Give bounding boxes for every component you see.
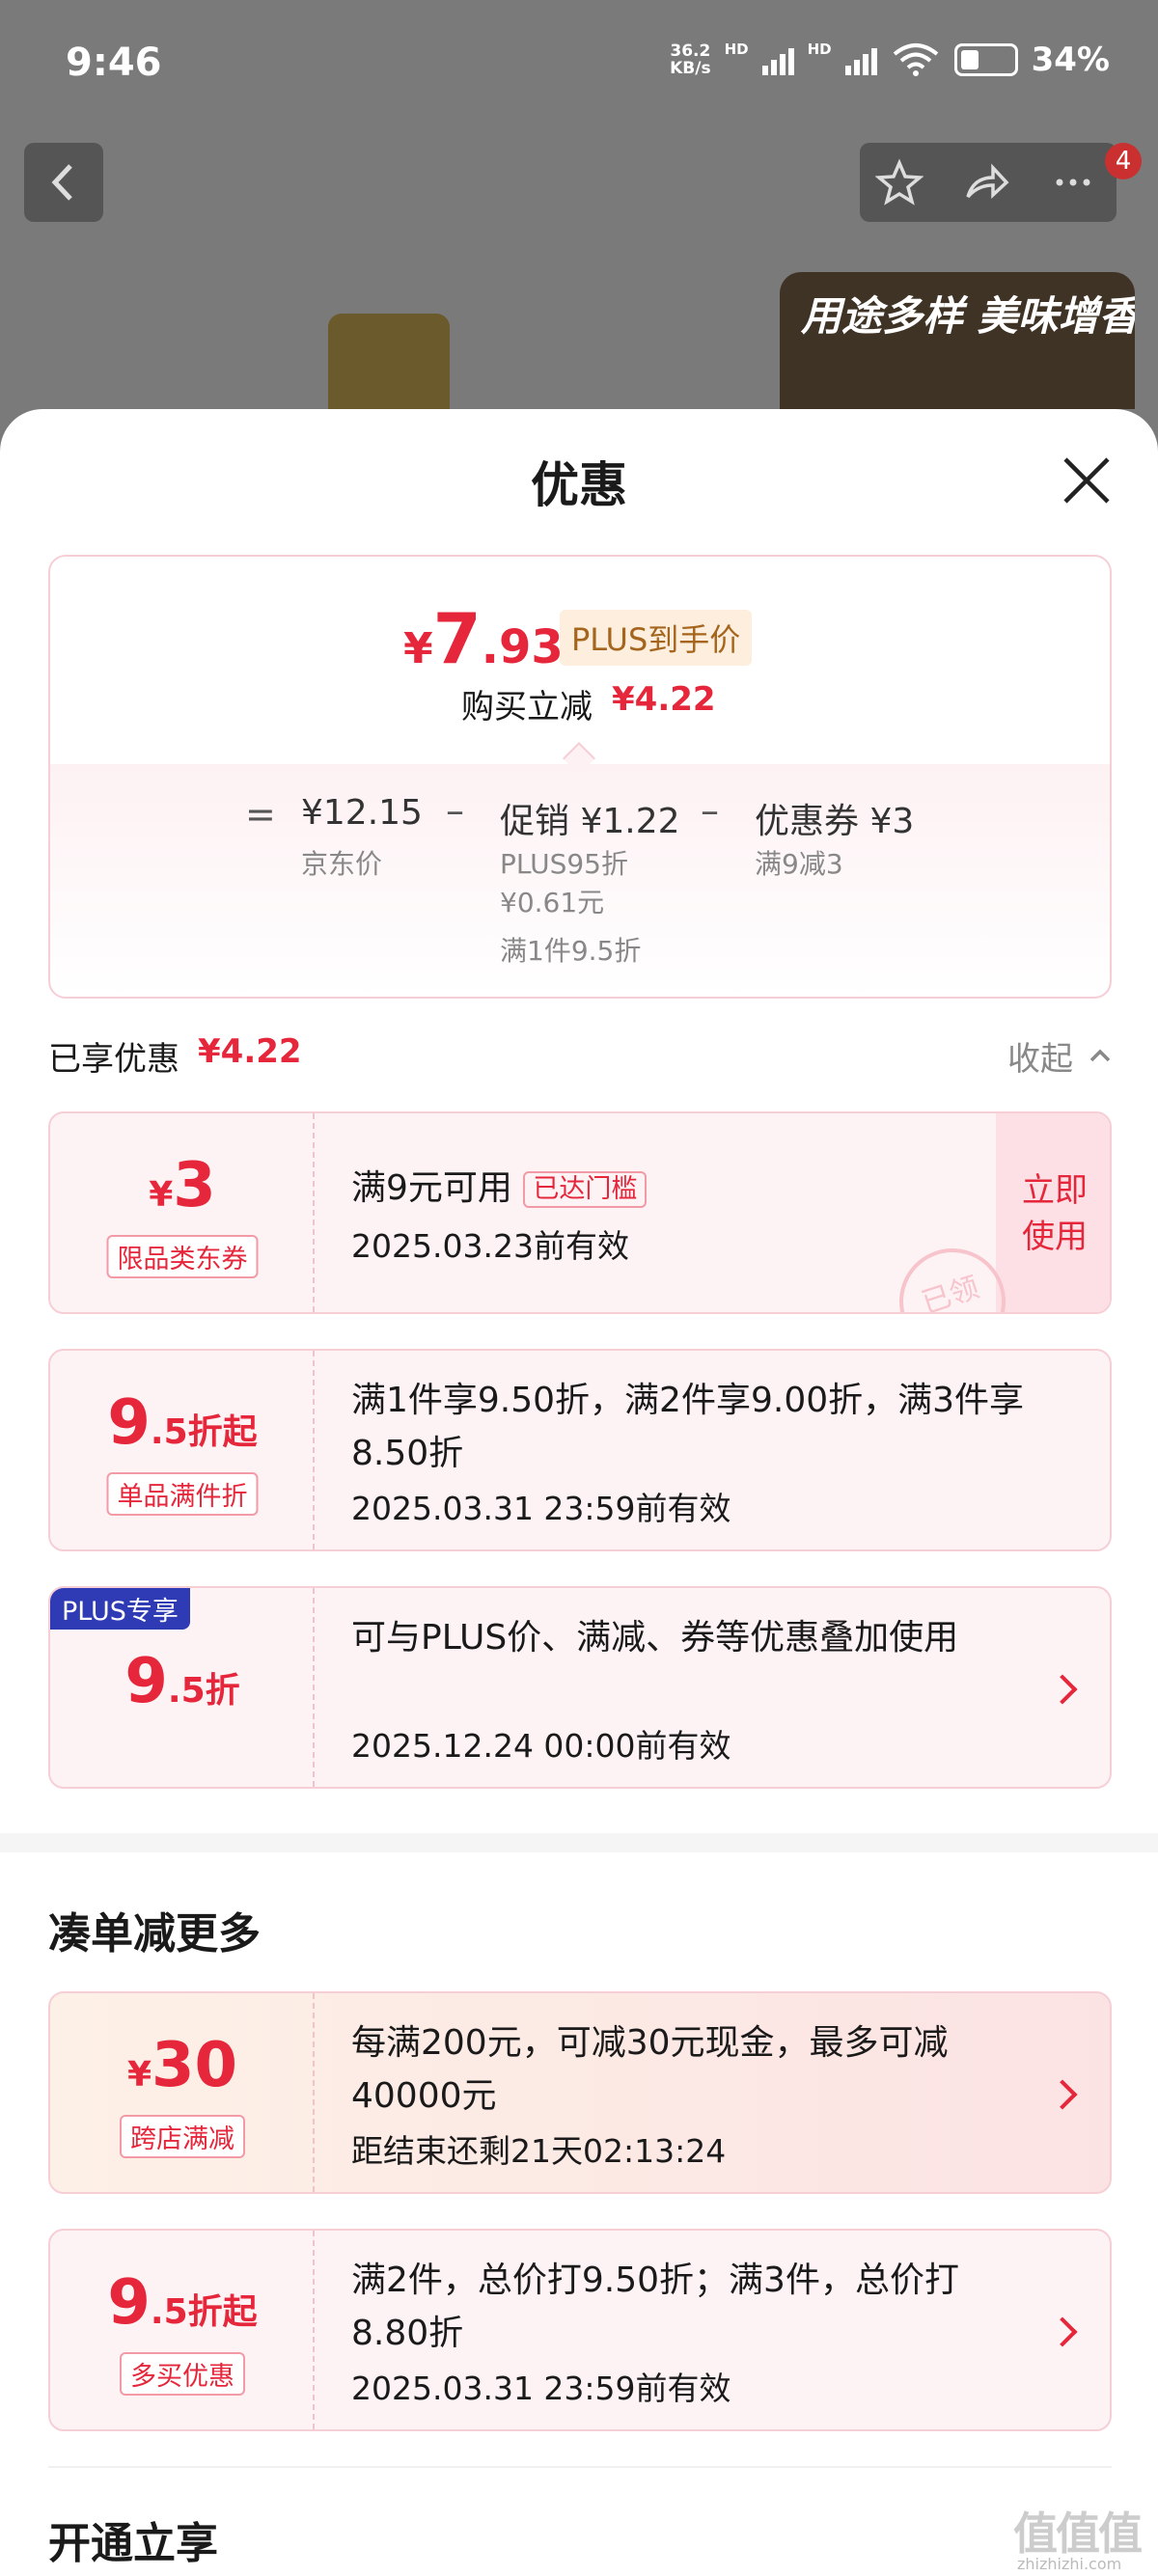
chevron-right-icon bbox=[1047, 2316, 1078, 2347]
coupon-condition: 满9元可用 已达门槛 bbox=[351, 1162, 1033, 1215]
top-action-group bbox=[860, 143, 1117, 222]
hd-label-1: HD bbox=[724, 41, 749, 58]
countdown-text: 距结束还剩21天02:13:24 bbox=[351, 2132, 727, 2170]
status-bar: 9:46 36.2 KB/s HD HD 34% bbox=[0, 0, 1158, 135]
multi-buy-amount: 9.5折起 bbox=[107, 2267, 258, 2339]
final-price: ¥ 7 .93 bbox=[403, 598, 564, 679]
use-now-button[interactable]: 立即 使用 bbox=[996, 1113, 1110, 1312]
multi-buy-discount-card[interactable]: 9.5折起 多买优惠 满2件，总价打9.50折；满3件，总价打8.80折 202… bbox=[48, 2229, 1112, 2431]
plus-price-tag: PLUS到手价 bbox=[560, 610, 753, 666]
reduce-label: 购买立减 bbox=[461, 688, 593, 726]
plus-expiry: 2025.12.24 00:00前有效 bbox=[351, 1727, 731, 1765]
sheet-title: 优惠 bbox=[531, 457, 627, 513]
hd-label-2: HD bbox=[807, 41, 832, 58]
minus-sign-1: – bbox=[446, 789, 464, 832]
reduce-value: ¥4.22 bbox=[612, 680, 716, 719]
chevron-up-icon[interactable] bbox=[1087, 1042, 1114, 1069]
watermark-url: zhizhizhi.com bbox=[1017, 2555, 1122, 2573]
jd-price: ¥12.15 bbox=[301, 793, 423, 833]
chevron-right-icon bbox=[1047, 1674, 1078, 1705]
more-icon[interactable] bbox=[1049, 158, 1097, 206]
star-icon[interactable] bbox=[875, 158, 924, 206]
network-speed: 36.2 KB/s bbox=[670, 41, 711, 78]
watermark-logo: 值值值 bbox=[1013, 2507, 1143, 2560]
cross-store-amount: ¥30 bbox=[126, 2030, 238, 2101]
enjoyed-label: 已享优惠 bbox=[48, 1040, 179, 1079]
section-divider bbox=[0, 1833, 1158, 1852]
discount-type-tag: 单品满件折 bbox=[106, 1472, 259, 1516]
notification-badge: 4 bbox=[1105, 143, 1142, 179]
product-bottle-cap bbox=[328, 314, 450, 410]
battery-percent: 34% bbox=[1031, 41, 1110, 79]
cross-store-rule: 每满200元，可减30元现金，最多可减40000元 bbox=[351, 2023, 949, 2116]
coupon-card-jd: ¥3 限品类东券 满9元可用 已达门槛 2025.03.23前有效 立即 使用 已… bbox=[48, 1111, 1112, 1314]
back-arrow-icon bbox=[51, 164, 72, 201]
close-icon[interactable] bbox=[1060, 453, 1114, 507]
signal-icon bbox=[761, 44, 794, 75]
product-banner: 用途多样 美味增香 bbox=[780, 272, 1135, 409]
plus-exclusive-label: PLUS专享 bbox=[50, 1588, 190, 1630]
battery-icon bbox=[953, 43, 1018, 76]
coupon-detail: 满9减3 bbox=[755, 848, 843, 880]
cross-store-tag: 跨店满减 bbox=[120, 2115, 245, 2158]
promo-title: 促销 ¥1.22 bbox=[500, 802, 680, 841]
coupon-title: 优惠券 ¥3 bbox=[755, 802, 915, 841]
equals-sign: = bbox=[245, 793, 276, 836]
signal-icon-2 bbox=[844, 44, 877, 75]
threshold-badge: 已达门槛 bbox=[523, 1171, 648, 1208]
status-time: 9:46 bbox=[66, 41, 162, 85]
multi-buy-rule: 满2件，总价打9.50折；满3件，总价打8.80折 bbox=[351, 2261, 959, 2353]
plus-rule: 可与PLUS价、满减、券等优惠叠加使用 bbox=[351, 1618, 959, 1658]
back-button[interactable] bbox=[24, 143, 103, 222]
collapse-button[interactable]: 收起 bbox=[1007, 1032, 1073, 1080]
coupon-amount: ¥3 bbox=[149, 1150, 216, 1221]
coupon-type-tag: 限品类东券 bbox=[106, 1235, 259, 1278]
chevron-right-icon bbox=[1047, 2079, 1078, 2110]
minus-sign-2: – bbox=[701, 789, 719, 832]
cross-store-discount-card[interactable]: ¥30 跨店满减 每满200元，可减30元现金，最多可减40000元 距结束还剩… bbox=[48, 1991, 1112, 2194]
coupon-card-quantity-discount: 9.5折起 单品满件折 满1件享9.50折，满2件享9.00折，满3件享8.50… bbox=[48, 1349, 1112, 1551]
promo-detail-1: PLUS95折 bbox=[500, 848, 628, 880]
jd-price-label: 京东价 bbox=[301, 848, 383, 880]
wifi-icon bbox=[893, 43, 938, 76]
banner-text: 用途多样 美味增香 bbox=[801, 292, 1135, 340]
promo-detail-3: 满1件9.5折 bbox=[500, 935, 642, 967]
enjoyed-value: ¥4.22 bbox=[198, 1032, 302, 1071]
coupon-card-plus[interactable]: PLUS专享 9.5折 可与PLUS价、满减、券等优惠叠加使用 2025.12.… bbox=[48, 1586, 1112, 1789]
plus-discount-amount: 9.5折 bbox=[124, 1646, 240, 1717]
divider-line bbox=[48, 2466, 1112, 2468]
discount-rule: 满1件享9.50折，满2件享9.00折，满3件享8.50折 bbox=[351, 1381, 1025, 1473]
more-section-title: 凑单减更多 bbox=[48, 1909, 261, 1959]
discount-expiry: 2025.03.31 23:59前有效 bbox=[351, 1490, 731, 1527]
open-section-title: 开通立享 bbox=[48, 2519, 218, 2568]
promo-detail-2: ¥0.61元 bbox=[500, 887, 605, 918]
multi-buy-expiry: 2025.03.31 23:59前有效 bbox=[351, 2370, 731, 2407]
share-icon[interactable] bbox=[962, 158, 1010, 206]
discount-amount: 9.5折起 bbox=[107, 1387, 258, 1459]
multi-buy-tag: 多买优惠 bbox=[120, 2352, 245, 2396]
